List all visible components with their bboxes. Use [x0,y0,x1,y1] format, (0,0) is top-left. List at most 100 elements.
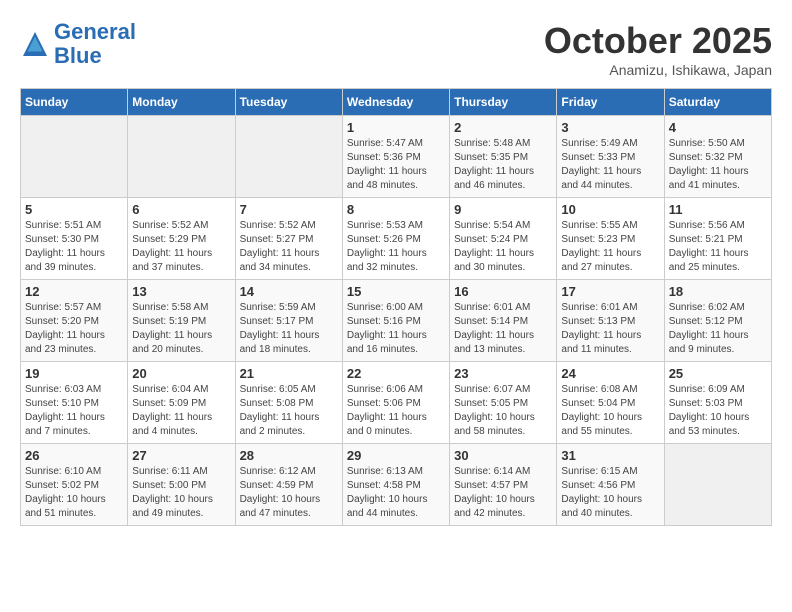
calendar-cell: 31Sunrise: 6:15 AMSunset: 4:56 PMDayligh… [557,444,664,526]
day-info: Sunrise: 6:01 AMSunset: 5:13 PMDaylight:… [561,301,659,357]
calendar-cell: 18 Sunrise: 6:02 AMSunset: 5:12 PMDayligh… [664,280,771,362]
day-number: 2 [454,120,552,135]
calendar-cell: 7Sunrise: 5:52 AMSunset: 5:27 PMDaylight… [235,198,342,280]
day-number: 20 [132,366,230,381]
calendar-cell: 19 Sunrise: 6:03 AMSunset: 5:10 PMDayligh… [21,362,128,444]
calendar-cell: 22Sunrise: 6:06 AMSunset: 5:06 PMDayligh… [342,362,449,444]
calendar-body: 1 Sunrise: 5:47 AMSunset: 5:36 PMDaylight… [21,116,772,526]
day-info: Sunrise: 5:52 AMSunset: 5:27 PMDaylight:… [240,219,338,275]
month-title: October 2025 [544,20,772,62]
day-number: 16 [454,284,552,299]
day-info: Sunrise: 5:53 AMSunset: 5:26 PMDaylight:… [347,219,445,275]
weekday-header: Wednesday [342,89,449,116]
weekday-row: SundayMondayTuesdayWednesdayThursdayFrid… [21,89,772,116]
calendar-cell: 11 Sunrise: 5:56 AMSunset: 5:21 PMDayligh… [664,198,771,280]
calendar-cell: 24 Sunrise: 6:08 AMSunset: 5:04 PMDayligh… [557,362,664,444]
day-number: 8 [347,202,445,217]
day-info: Sunrise: 6:04 AMSunset: 5:09 PMDaylight:… [132,383,230,439]
calendar-cell: 17 Sunrise: 6:01 AMSunset: 5:13 PMDayligh… [557,280,664,362]
day-info: Sunrise: 5:57 AMSunset: 5:20 PMDaylight:… [25,301,123,357]
day-number: 1 [347,120,445,135]
weekday-header: Thursday [450,89,557,116]
day-info: Sunrise: 6:07 AMSunset: 5:05 PMDaylight:… [454,383,552,439]
day-info: Sunrise: 6:02 AMSunset: 5:12 PMDaylight:… [669,301,767,357]
day-info: Sunrise: 5:56 AMSunset: 5:21 PMDaylight:… [669,219,767,275]
day-info: Sunrise: 6:08 AMSunset: 5:04 PMDaylight:… [561,383,659,439]
day-info: Sunrise: 6:14 AMSunset: 4:57 PMDaylight:… [454,465,552,521]
day-info: Sunrise: 6:01 AMSunset: 5:14 PMDaylight:… [454,301,552,357]
day-info: Sunrise: 5:49 AMSunset: 5:33 PMDaylight:… [561,137,659,193]
calendar-week-row: 26 Sunrise: 6:10 AMSunset: 5:02 PMDayligh… [21,444,772,526]
day-number: 6 [132,202,230,217]
day-number: 10 [561,202,659,217]
day-number: 9 [454,202,552,217]
day-info: Sunrise: 6:10 AMSunset: 5:02 PMDaylight:… [25,465,123,521]
calendar-cell: 14Sunrise: 5:59 AMSunset: 5:17 PMDayligh… [235,280,342,362]
day-info: Sunrise: 5:55 AMSunset: 5:23 PMDaylight:… [561,219,659,275]
calendar-cell: 4 Sunrise: 5:50 AMSunset: 5:32 PMDaylight… [664,116,771,198]
day-info: Sunrise: 6:03 AMSunset: 5:10 PMDaylight:… [25,383,123,439]
weekday-header: Monday [128,89,235,116]
day-info: Sunrise: 6:11 AMSunset: 5:00 PMDaylight:… [132,465,230,521]
day-number: 26 [25,448,123,463]
calendar-table: SundayMondayTuesdayWednesdayThursdayFrid… [20,88,772,526]
day-info: Sunrise: 5:51 AMSunset: 5:30 PMDaylight:… [25,219,123,275]
day-number: 17 [561,284,659,299]
day-info: Sunrise: 5:47 AMSunset: 5:36 PMDaylight:… [347,137,445,193]
day-number: 24 [561,366,659,381]
calendar-cell: 2Sunrise: 5:48 AMSunset: 5:35 PMDaylight… [450,116,557,198]
calendar-cell: 23 Sunrise: 6:07 AMSunset: 5:05 PMDayligh… [450,362,557,444]
day-info: Sunrise: 6:00 AMSunset: 5:16 PMDaylight:… [347,301,445,357]
calendar-cell: 28 Sunrise: 6:12 AMSunset: 4:59 PMDayligh… [235,444,342,526]
calendar-cell [21,116,128,198]
weekday-header: Tuesday [235,89,342,116]
calendar-week-row: 5Sunrise: 5:51 AMSunset: 5:30 PMDaylight… [21,198,772,280]
calendar-cell: 13Sunrise: 5:58 AMSunset: 5:19 PMDayligh… [128,280,235,362]
day-number: 4 [669,120,767,135]
day-number: 11 [669,202,767,217]
day-number: 15 [347,284,445,299]
day-number: 29 [347,448,445,463]
weekday-header: Saturday [664,89,771,116]
calendar-cell: 5Sunrise: 5:51 AMSunset: 5:30 PMDaylight… [21,198,128,280]
calendar-week-row: 1 Sunrise: 5:47 AMSunset: 5:36 PMDaylight… [21,116,772,198]
calendar-cell: 3 Sunrise: 5:49 AMSunset: 5:33 PMDaylight… [557,116,664,198]
calendar-cell: 1 Sunrise: 5:47 AMSunset: 5:36 PMDaylight… [342,116,449,198]
day-number: 18 [669,284,767,299]
calendar-cell: 6 Sunrise: 5:52 AMSunset: 5:29 PMDaylight… [128,198,235,280]
calendar-cell: 9 Sunrise: 5:54 AMSunset: 5:24 PMDaylight… [450,198,557,280]
calendar-cell: 16 Sunrise: 6:01 AMSunset: 5:14 PMDayligh… [450,280,557,362]
weekday-header: Friday [557,89,664,116]
calendar-cell: 8 Sunrise: 5:53 AMSunset: 5:26 PMDaylight… [342,198,449,280]
title-block: October 2025 Anamizu, Ishikawa, Japan [544,20,772,78]
calendar-cell: 10 Sunrise: 5:55 AMSunset: 5:23 PMDayligh… [557,198,664,280]
day-info: Sunrise: 6:05 AMSunset: 5:08 PMDaylight:… [240,383,338,439]
calendar-cell: 27Sunrise: 6:11 AMSunset: 5:00 PMDayligh… [128,444,235,526]
day-info: Sunrise: 6:12 AMSunset: 4:59 PMDaylight:… [240,465,338,521]
day-number: 22 [347,366,445,381]
day-info: Sunrise: 5:50 AMSunset: 5:32 PMDaylight:… [669,137,767,193]
logo: General Blue [20,20,136,68]
day-number: 28 [240,448,338,463]
logo-text: General Blue [54,20,136,68]
day-number: 19 [25,366,123,381]
day-number: 12 [25,284,123,299]
day-number: 25 [669,366,767,381]
calendar-week-row: 12 Sunrise: 5:57 AMSunset: 5:20 PMDayligh… [21,280,772,362]
day-info: Sunrise: 5:52 AMSunset: 5:29 PMDaylight:… [132,219,230,275]
day-info: Sunrise: 5:59 AMSunset: 5:17 PMDaylight:… [240,301,338,357]
day-info: Sunrise: 5:54 AMSunset: 5:24 PMDaylight:… [454,219,552,275]
day-number: 23 [454,366,552,381]
calendar-cell [235,116,342,198]
location-subtitle: Anamizu, Ishikawa, Japan [544,62,772,78]
day-number: 3 [561,120,659,135]
calendar-cell: 29Sunrise: 6:13 AMSunset: 4:58 PMDayligh… [342,444,449,526]
calendar-cell: 25Sunrise: 6:09 AMSunset: 5:03 PMDayligh… [664,362,771,444]
day-info: Sunrise: 5:58 AMSunset: 5:19 PMDaylight:… [132,301,230,357]
calendar-cell: 12 Sunrise: 5:57 AMSunset: 5:20 PMDayligh… [21,280,128,362]
logo-icon [20,29,50,59]
day-number: 31 [561,448,659,463]
calendar-cell [664,444,771,526]
calendar-cell: 26 Sunrise: 6:10 AMSunset: 5:02 PMDayligh… [21,444,128,526]
calendar-cell [128,116,235,198]
